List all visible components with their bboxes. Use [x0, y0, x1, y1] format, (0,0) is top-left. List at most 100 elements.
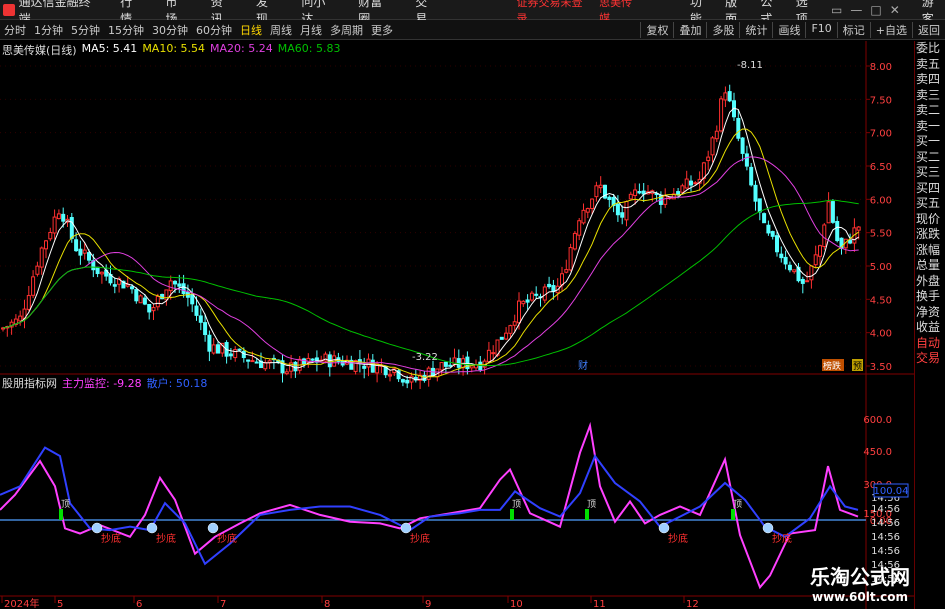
- month-label: 5: [57, 599, 63, 609]
- top-signal-bar: [510, 509, 514, 520]
- candle-body: [822, 224, 827, 247]
- candle-body: [723, 92, 728, 101]
- candle-body: [142, 297, 147, 305]
- price-tick-label: 5.50: [870, 229, 892, 240]
- top-signal-label: 顶: [512, 499, 521, 510]
- candle-body: [246, 359, 251, 362]
- quote-side-panel: 委比 卖五 卖四 卖三 卖二 卖一 买一 买二 买三 买四 买五 现价 涨跌 涨幅 总量 外盘 换手 净资 收益 自动…: [914, 41, 945, 609]
- retail-line: [0, 446, 859, 566]
- candle-body: [198, 315, 203, 323]
- candle-body: [818, 245, 822, 257]
- candle-body: [534, 293, 539, 296]
- candle-body: [572, 232, 577, 250]
- candle-body: [749, 166, 754, 186]
- candle-body: [529, 292, 534, 301]
- candle-body: [762, 213, 767, 224]
- btn-tongji[interactable]: 统计: [739, 21, 772, 38]
- bottom-signal-ball: [91, 522, 103, 534]
- restore-icon[interactable]: ▭: [831, 3, 842, 17]
- candle-body: [835, 220, 840, 242]
- app-logo-icon: [3, 3, 15, 16]
- candle-body: [310, 358, 315, 361]
- candle-body: [676, 191, 681, 195]
- top-signal-bar: [731, 509, 735, 520]
- low-price-label: -3.22: [412, 352, 438, 363]
- retail-label: 散户: 50.18: [146, 377, 208, 390]
- bottom-signal-ball: [400, 522, 412, 534]
- ma-lines: [2, 107, 859, 381]
- watermark: 乐淘公式网 www.60lt.com: [810, 561, 910, 604]
- candle-body: [577, 220, 582, 236]
- close-icon[interactable]: ✕: [890, 3, 900, 17]
- candle-body: [194, 305, 199, 316]
- period-5min[interactable]: 5分钟: [67, 22, 104, 38]
- btn-zixuan[interactable]: +自选: [869, 21, 912, 38]
- candle-body: [719, 98, 724, 132]
- candle-body: [744, 153, 749, 167]
- period-daily[interactable]: 日线: [236, 22, 266, 38]
- watermark-url: www.60lt.com: [811, 590, 909, 604]
- high-price-label: -8.11: [737, 60, 763, 71]
- quote-label-20: 自动: [916, 335, 941, 350]
- candle-body: [727, 91, 732, 102]
- candle-body: [491, 352, 496, 355]
- period-1min[interactable]: 1分钟: [30, 22, 67, 38]
- candle-body: [585, 208, 590, 213]
- period-more[interactable]: 更多: [367, 22, 397, 38]
- candle-body: [82, 249, 87, 254]
- candle-body: [237, 348, 242, 351]
- ind-tick-label: 450.0: [863, 447, 892, 458]
- candle-body: [44, 240, 48, 250]
- minimize-icon[interactable]: —: [850, 3, 862, 17]
- candle-body: [826, 201, 831, 224]
- candle-body: [87, 252, 91, 261]
- period-monthly[interactable]: 月线: [296, 22, 326, 38]
- btn-huaxian[interactable]: 画线: [772, 21, 805, 38]
- candle-body: [203, 322, 208, 336]
- ind-value-text: 100.04: [874, 486, 909, 497]
- candle-body: [663, 195, 668, 205]
- quote-label-7: 买二: [916, 149, 941, 164]
- candle-body: [52, 216, 57, 234]
- period-60min[interactable]: 60分钟: [192, 22, 236, 38]
- bottom-signal-ball: [762, 522, 774, 534]
- btn-f10[interactable]: F10: [805, 21, 836, 38]
- main-force-line: [0, 421, 859, 590]
- candlesticks: [1, 84, 861, 390]
- main-force-label: 主力监控: -9.28: [62, 377, 142, 390]
- btn-diejia[interactable]: 叠加: [673, 21, 706, 38]
- candle-body: [706, 156, 711, 162]
- month-label: 11: [593, 599, 606, 609]
- btn-biaoji[interactable]: 标记: [836, 21, 870, 38]
- btn-fuquan[interactable]: 复权: [640, 21, 673, 38]
- candle-body: [684, 178, 689, 189]
- candle-body: [190, 294, 195, 305]
- btn-duogu[interactable]: 多股: [706, 21, 739, 38]
- candle-body: [250, 360, 255, 363]
- candle-body: [525, 299, 530, 303]
- btn-fanhui[interactable]: 返回: [912, 21, 945, 38]
- candle-body: [306, 357, 311, 364]
- candle-body: [486, 349, 491, 363]
- candle-body: [405, 379, 410, 384]
- chart-grid: [0, 41, 915, 609]
- candle-body: [542, 286, 547, 301]
- period-15min[interactable]: 15分钟: [104, 22, 148, 38]
- period-30min[interactable]: 30分钟: [148, 22, 192, 38]
- bottom-signal-ball: [207, 522, 219, 534]
- chart-area[interactable]: 顶 顶 顶 顶抄底 抄底 抄底 抄底 抄底 抄底 8.00 7.50 7.00 6.50 6.00 5.5…: [0, 41, 915, 609]
- candle-body: [792, 269, 797, 273]
- candle-body: [181, 283, 186, 295]
- candle-body: [448, 364, 453, 367]
- candle-body: [147, 304, 152, 313]
- maximize-icon[interactable]: □: [870, 3, 881, 17]
- price-tick-label: 7.00: [870, 129, 892, 140]
- price-tick-label: 4.50: [870, 295, 892, 306]
- period-multi[interactable]: 多周期: [326, 22, 367, 38]
- quote-label-1: 卖五: [916, 56, 941, 71]
- period-weekly[interactable]: 周线: [266, 22, 296, 38]
- period-fenshi[interactable]: 分时: [0, 22, 30, 38]
- candle-body: [74, 239, 79, 252]
- ma5-line: [2, 107, 859, 381]
- quote-label-10: 买五: [916, 196, 941, 210]
